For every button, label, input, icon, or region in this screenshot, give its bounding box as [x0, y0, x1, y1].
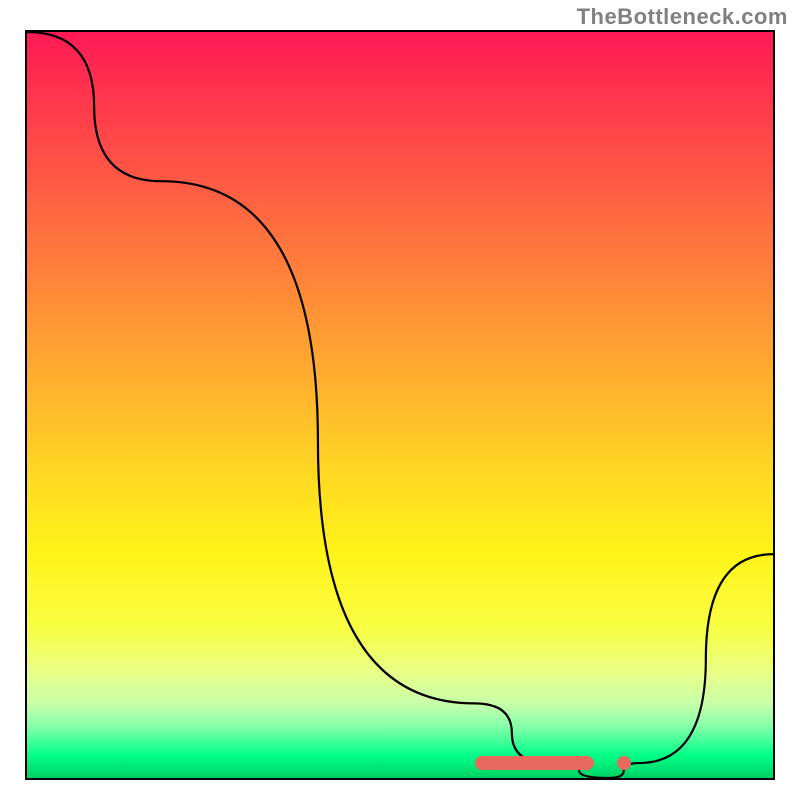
- chart-plot-area: [25, 30, 775, 780]
- watermark-text: TheBottleneck.com: [577, 4, 788, 30]
- optimal-point-marker: [617, 756, 631, 770]
- optimal-range-marker: [475, 756, 594, 770]
- bottleneck-curve: [27, 32, 773, 778]
